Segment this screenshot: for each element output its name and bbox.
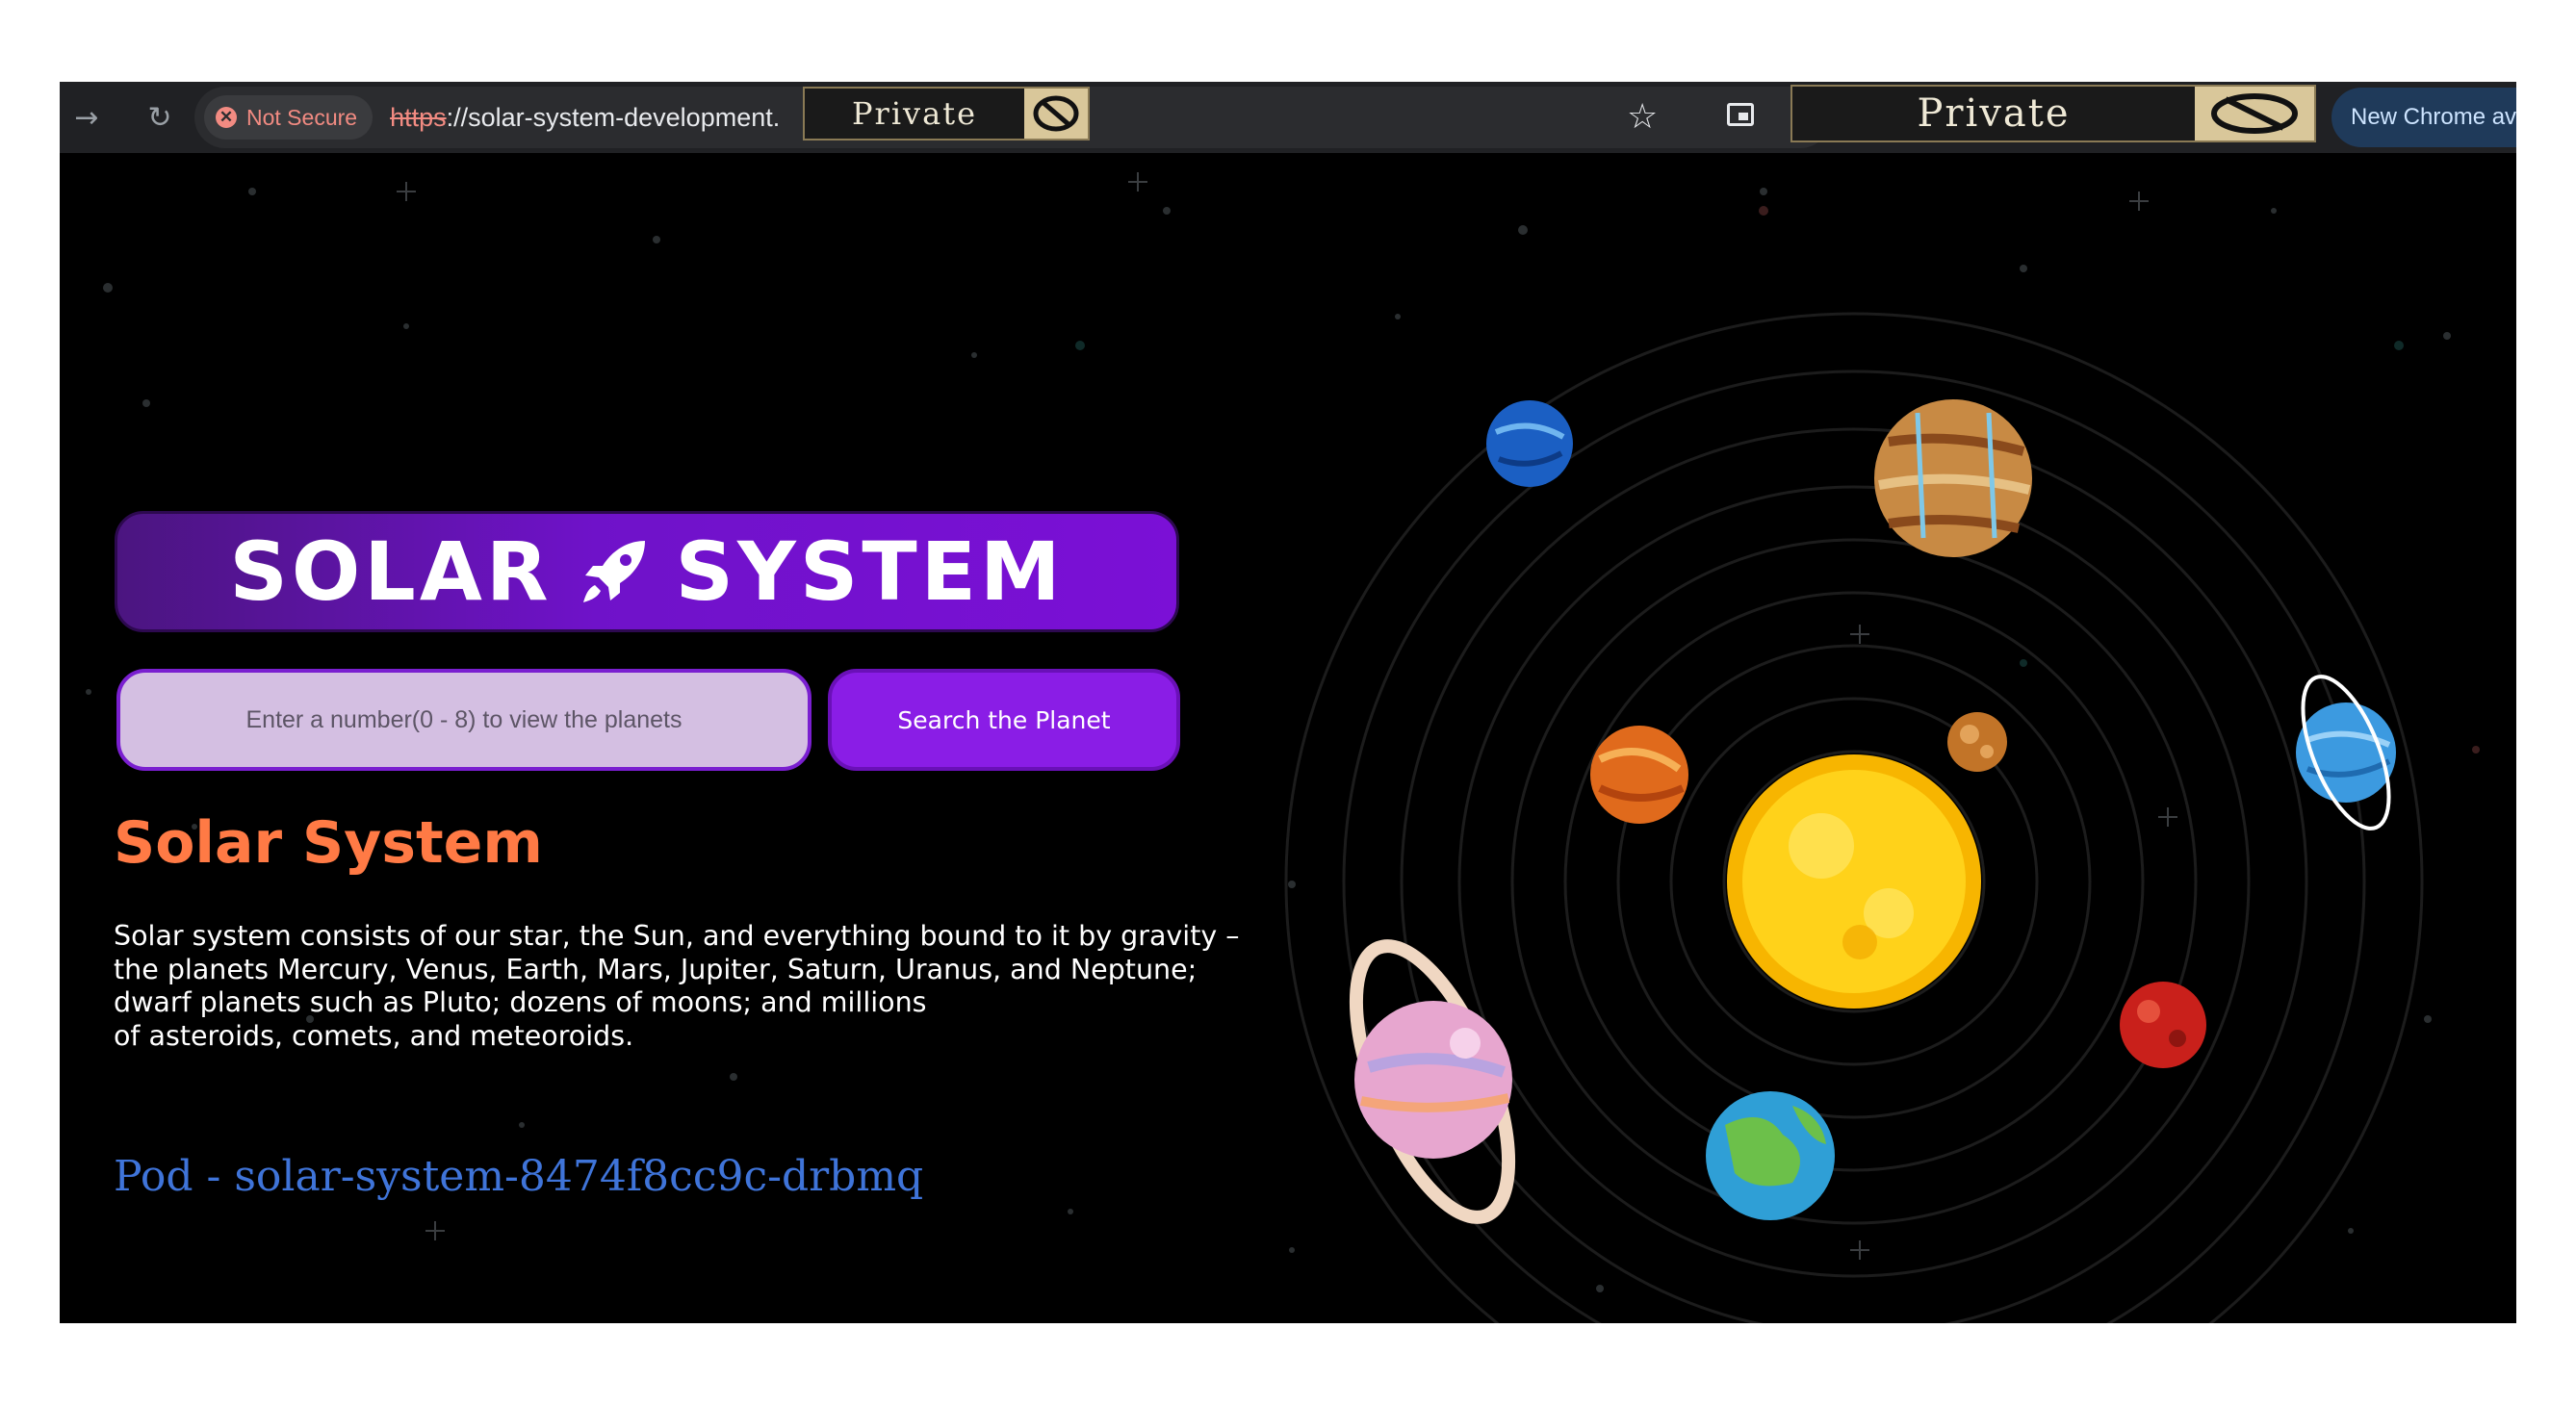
not-secure-icon: ✕	[216, 107, 237, 128]
description-line: of asteroids, comets, and meteoroids.	[114, 1019, 634, 1052]
page-content: SOLAR SYSTEM Search the Planet Solar Sys…	[60, 153, 2516, 1323]
banner-word-solar: SOLAR	[229, 524, 553, 619]
security-label: Not Secure	[246, 104, 358, 130]
private-label-large: Private	[1917, 91, 2071, 136]
saturn-icon	[1349, 939, 1516, 1224]
new-chrome-chip[interactable]: New Chrome av	[2331, 88, 2516, 147]
sun-icon	[1727, 754, 1981, 1009]
url-rest: ://solar-system-development.	[446, 102, 781, 132]
title-banner: SOLAR SYSTEM	[115, 511, 1179, 632]
description-line: dwarf planets such as Pluto; dozens of m…	[114, 986, 927, 1018]
banner-word-system: SYSTEM	[675, 524, 1065, 619]
security-chip[interactable]: ✕ Not Secure	[204, 95, 374, 140]
mars-icon	[2120, 982, 2206, 1068]
page-heading: Solar System	[114, 809, 543, 877]
no-entry-icon	[2195, 87, 2314, 140]
search-planet-button[interactable]: Search the Planet	[828, 669, 1180, 771]
mercury-icon	[1947, 712, 2007, 772]
venus-icon	[1590, 726, 1688, 824]
rocket-icon	[582, 541, 645, 602]
description-line: Solar system consists of our star, the S…	[114, 920, 1240, 952]
url-text[interactable]: https://solar-system-development.	[390, 103, 780, 133]
private-badge-large: Private	[1790, 85, 2316, 142]
planet-number-input[interactable]	[116, 669, 811, 771]
jupiter-icon	[1874, 399, 2032, 557]
no-entry-icon	[1024, 89, 1088, 139]
private-badge-small: Private	[803, 87, 1090, 140]
reload-icon[interactable]: ↻	[141, 98, 179, 137]
tab-icon[interactable]	[1727, 103, 1754, 126]
private-label-small: Private	[851, 95, 977, 132]
url-scheme: https	[390, 102, 447, 132]
forward-arrow-icon[interactable]: →	[67, 98, 106, 137]
star-icon[interactable]: ☆	[1627, 97, 1658, 137]
description-paragraph: Solar system consists of our star, the S…	[114, 920, 1240, 1053]
pod-name-label: Pod - solar-system-8474f8cc9c-drbmq	[114, 1152, 924, 1201]
earth-icon	[1706, 1091, 1835, 1220]
browser-window: → ↻ ✕ Not Secure https://solar-system-de…	[60, 82, 2516, 1323]
neptune-icon	[1486, 400, 1573, 487]
description-line: the planets Mercury, Venus, Earth, Mars,…	[114, 953, 1198, 985]
